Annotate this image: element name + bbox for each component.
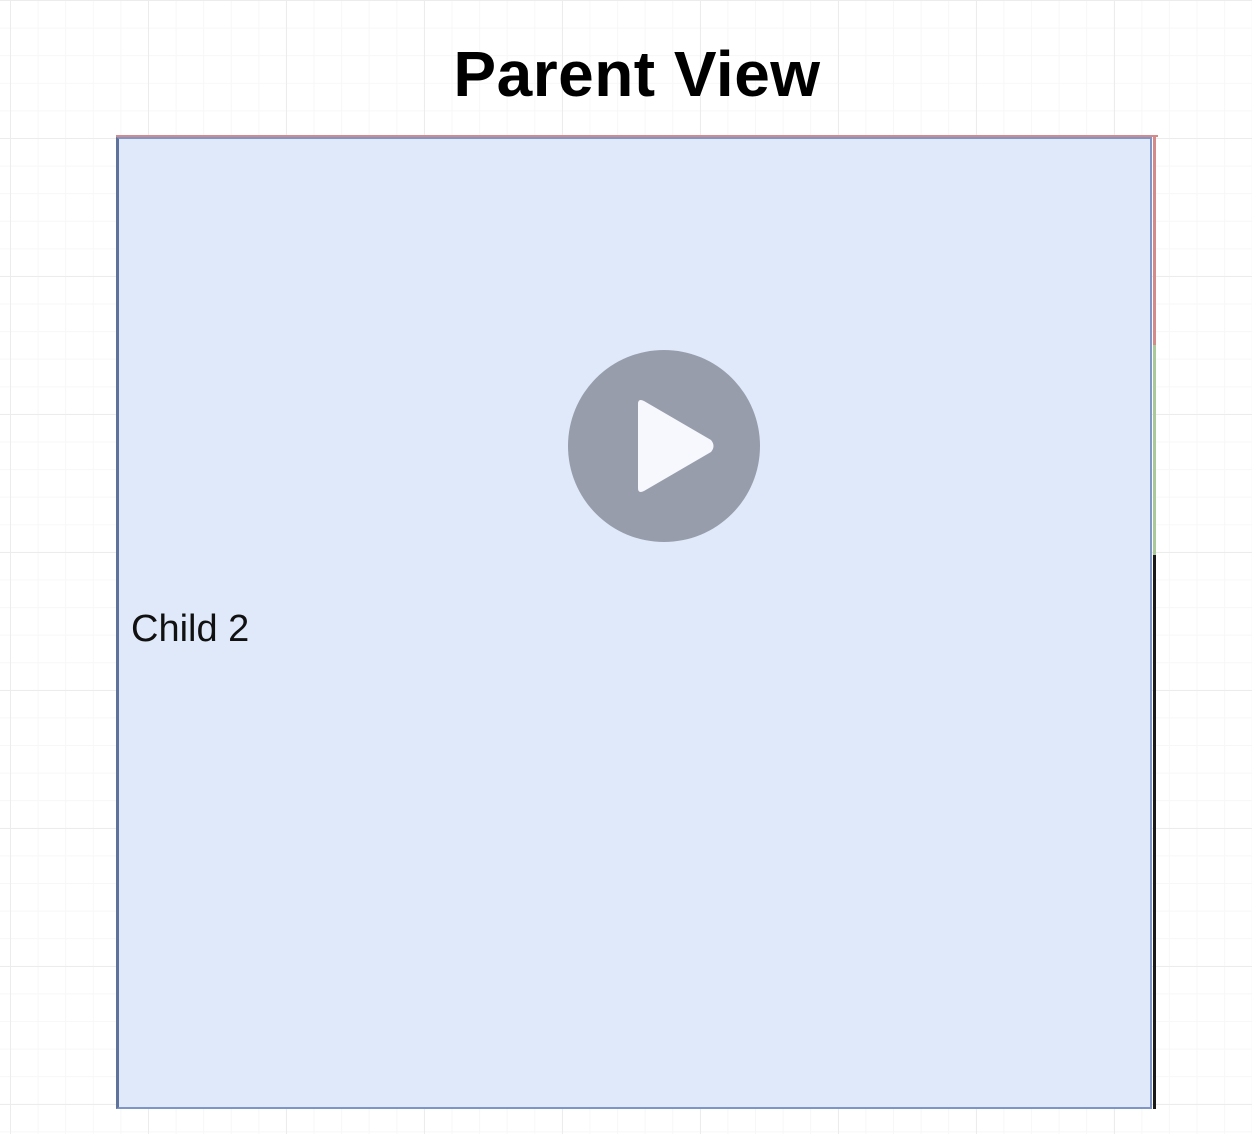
parent-right-edge: [1153, 555, 1156, 1109]
diagram-title: Parent View: [453, 38, 821, 110]
child-2-label: Child 2: [131, 608, 250, 650]
child-green-right-edge: [1153, 345, 1156, 555]
child1-right-edge: [1153, 135, 1156, 345]
play-button[interactable]: [568, 350, 760, 542]
child-2-view[interactable]: Child 2: [116, 137, 1152, 1109]
play-icon: [638, 400, 714, 492]
